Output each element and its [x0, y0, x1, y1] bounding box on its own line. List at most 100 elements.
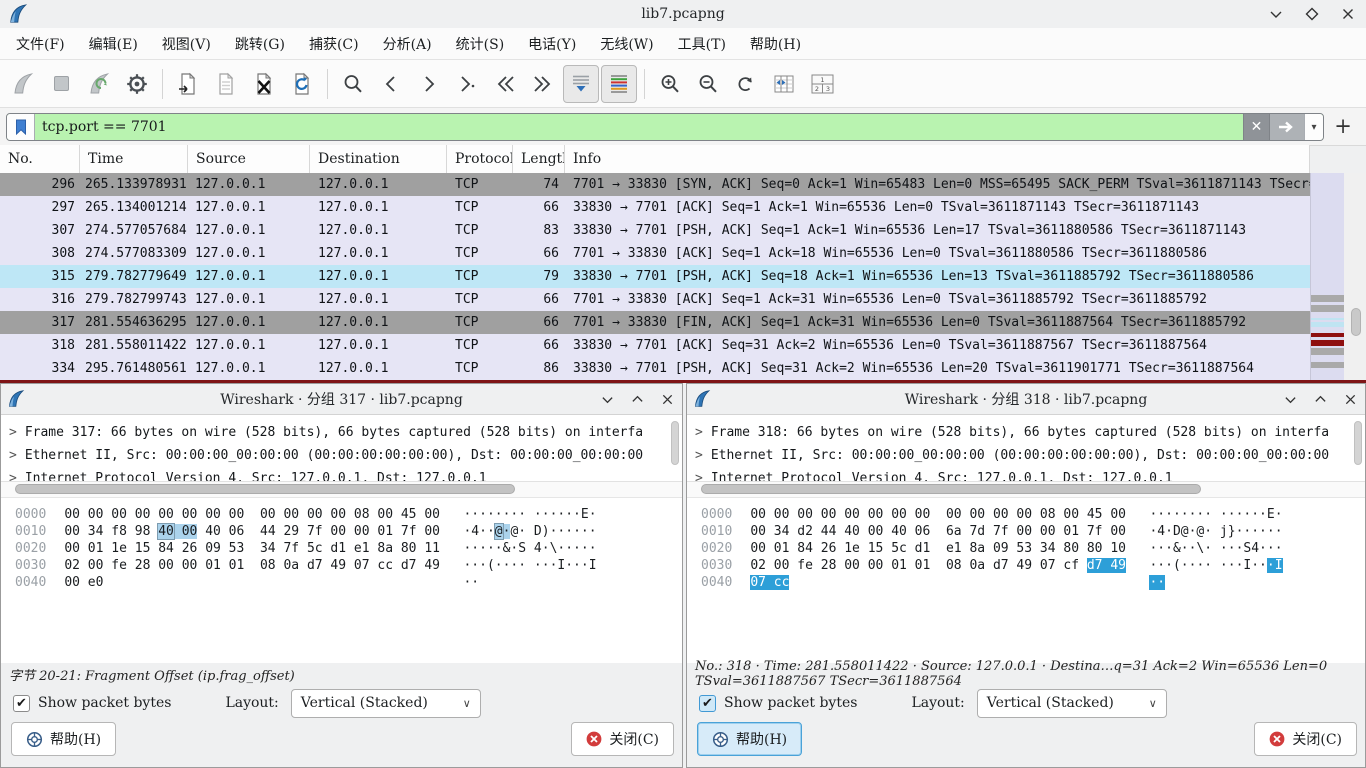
- first-packet-icon[interactable]: [487, 65, 523, 103]
- hex-row-0040[interactable]: 004000 e0 ··: [15, 574, 682, 591]
- hex-row-0040[interactable]: 004007 cc ··: [701, 574, 1365, 591]
- hex-row-0010[interactable]: 001000 34 d2 44 40 00 40 06 6a 7d 7f 00 …: [701, 523, 1365, 540]
- menu-item-1[interactable]: 编辑(E): [77, 30, 150, 58]
- menu-item-8[interactable]: 无线(W): [588, 30, 665, 58]
- column-header-no[interactable]: No.: [0, 145, 80, 173]
- hex-row-0000[interactable]: 000000 00 00 00 00 00 00 00 00 00 00 00 …: [701, 506, 1365, 523]
- next-packet-icon[interactable]: [411, 65, 447, 103]
- column-header-length[interactable]: Length: [513, 145, 565, 173]
- find-packet-icon[interactable]: [335, 65, 371, 103]
- menu-item-9[interactable]: 工具(T): [666, 30, 738, 58]
- capture-options-icon[interactable]: [119, 65, 155, 103]
- autoscroll-icon[interactable]: [563, 65, 599, 103]
- hex-row-0010[interactable]: 001000 34 f8 98 40 00 40 06 44 29 7f 00 …: [15, 523, 682, 540]
- expander-icon[interactable]: >: [9, 425, 17, 440]
- expander-icon[interactable]: >: [695, 425, 703, 440]
- packet-row-334[interactable]: 334295.761480561127.0.0.1127.0.0.1TCP863…: [0, 357, 1310, 380]
- expander-icon[interactable]: >: [695, 448, 703, 463]
- zoom-in-icon[interactable]: [652, 65, 688, 103]
- minimize-icon[interactable]: [600, 392, 614, 406]
- expander-icon[interactable]: >: [9, 471, 17, 482]
- filter-apply-icon[interactable]: [1269, 114, 1304, 140]
- close-icon[interactable]: [1343, 392, 1357, 406]
- tree-scrollbar-thumb[interactable]: [671, 421, 679, 465]
- packet-row-318[interactable]: 318281.558011422127.0.0.1127.0.0.1TCP663…: [0, 334, 1310, 357]
- packet-list-header[interactable]: No.TimeSourceDestinationProtocolLengthIn…: [0, 145, 1310, 174]
- hex-row-0000[interactable]: 000000 00 00 00 00 00 00 00 00 00 00 00 …: [15, 506, 682, 523]
- colorize-icon[interactable]: [601, 65, 637, 103]
- menu-item-7[interactable]: 电话(Y): [516, 30, 588, 58]
- help-button[interactable]: 帮助(H): [697, 722, 802, 756]
- hex-row-0020[interactable]: 002000 01 84 26 1e 15 5c d1 e1 8a 09 53 …: [701, 540, 1365, 557]
- prev-packet-icon[interactable]: [373, 65, 409, 103]
- open-file-icon[interactable]: [170, 65, 206, 103]
- menu-item-6[interactable]: 统计(S): [444, 30, 517, 58]
- save-file-icon[interactable]: [208, 65, 244, 103]
- close-icon[interactable]: [1340, 6, 1356, 22]
- filter-add-button[interactable]: +: [1330, 111, 1356, 141]
- resize-columns-icon[interactable]: [766, 65, 802, 103]
- show-packet-bytes-checkbox[interactable]: ✔: [13, 695, 30, 712]
- tree-scrollbar-thumb[interactable]: [1354, 421, 1362, 465]
- expander-icon[interactable]: >: [9, 448, 17, 463]
- goto-packet-icon[interactable]: [449, 65, 485, 103]
- packet-row-297[interactable]: 297265.134001214127.0.0.1127.0.0.1TCP663…: [0, 196, 1310, 219]
- tree-row-0[interactable]: >Frame 318: 66 bytes on wire (528 bits),…: [687, 421, 1365, 444]
- menu-item-5[interactable]: 分析(A): [371, 30, 444, 58]
- maximize-icon[interactable]: [1304, 6, 1320, 22]
- close-button[interactable]: 关闭(C): [1254, 722, 1357, 756]
- hex-row-0030[interactable]: 003002 00 fe 28 00 00 01 01 08 0a d7 49 …: [701, 557, 1365, 574]
- column-header-destination[interactable]: Destination: [310, 145, 447, 173]
- layout-select[interactable]: Vertical (Stacked)∨: [291, 689, 481, 718]
- restore-icon[interactable]: [1313, 392, 1327, 406]
- column-header-time[interactable]: Time: [80, 145, 188, 173]
- hex-row-0020[interactable]: 002000 01 1e 15 84 26 09 53 34 7f 5c d1 …: [15, 540, 682, 557]
- capture-start-icon[interactable]: [5, 65, 41, 103]
- menu-item-2[interactable]: 视图(V): [150, 30, 223, 58]
- menu-item-0[interactable]: 文件(F): [4, 30, 77, 58]
- last-packet-icon[interactable]: [525, 65, 561, 103]
- filter-clear-icon[interactable]: ✕: [1243, 114, 1269, 140]
- packet-row-317[interactable]: 317281.554636295127.0.0.1127.0.0.1TCP667…: [0, 311, 1310, 334]
- zoom-out-icon[interactable]: [690, 65, 726, 103]
- packet-row-316[interactable]: 316279.782799743127.0.0.1127.0.0.1TCP667…: [0, 288, 1310, 311]
- scrollbar-thumb[interactable]: [1351, 308, 1361, 336]
- packet-list-scrollbar[interactable]: [1344, 173, 1366, 380]
- hscrollbar-thumb[interactable]: [15, 484, 515, 494]
- help-button[interactable]: 帮助(H): [11, 722, 116, 756]
- display-filter-input[interactable]: tcp.port == 7701 ✕ ▾: [6, 113, 1324, 141]
- tree-row-2[interactable]: >Internet Protocol Version 4, Src: 127.0…: [687, 467, 1365, 482]
- layout-icon[interactable]: 123: [804, 65, 840, 103]
- filter-text[interactable]: tcp.port == 7701: [35, 114, 1243, 140]
- column-header-source[interactable]: Source: [188, 145, 310, 173]
- packet-row-307[interactable]: 307274.577057684127.0.0.1127.0.0.1TCP833…: [0, 219, 1310, 242]
- tree-row-0[interactable]: >Frame 317: 66 bytes on wire (528 bits),…: [1, 421, 682, 444]
- tree-row-1[interactable]: >Ethernet II, Src: 00:00:00_00:00:00 (00…: [687, 444, 1365, 467]
- minimize-icon[interactable]: [1268, 6, 1284, 22]
- capture-restart-icon[interactable]: [81, 65, 117, 103]
- hex-row-0030[interactable]: 003002 00 fe 28 00 00 01 01 08 0a d7 49 …: [15, 557, 682, 574]
- intelligent-scrollbar[interactable]: [1310, 173, 1344, 380]
- filter-dropdown-icon[interactable]: ▾: [1304, 114, 1323, 140]
- expander-icon[interactable]: >: [695, 471, 703, 482]
- packet-detail-tree[interactable]: >Frame 317: 66 bytes on wire (528 bits),…: [1, 415, 682, 482]
- hscrollbar-thumb[interactable]: [701, 484, 1201, 494]
- menu-item-3[interactable]: 跳转(G): [223, 30, 297, 58]
- reload-file-icon[interactable]: [284, 65, 320, 103]
- tree-row-2[interactable]: >Internet Protocol Version 4, Src: 127.0…: [1, 467, 682, 482]
- column-header-protocol[interactable]: Protocol: [447, 145, 513, 173]
- tree-row-1[interactable]: >Ethernet II, Src: 00:00:00_00:00:00 (00…: [1, 444, 682, 467]
- packet-row-296[interactable]: 296265.133978931127.0.0.1127.0.0.1TCP747…: [0, 173, 1310, 196]
- tree-hscrollbar[interactable]: [687, 482, 1365, 497]
- menu-item-10[interactable]: 帮助(H): [738, 30, 813, 58]
- filter-bookmark-icon[interactable]: [7, 114, 35, 140]
- menu-item-4[interactable]: 捕获(C): [297, 30, 371, 58]
- restore-icon[interactable]: [630, 392, 644, 406]
- tree-hscrollbar[interactable]: [1, 482, 682, 497]
- packet-detail-tree[interactable]: >Frame 318: 66 bytes on wire (528 bits),…: [687, 415, 1365, 482]
- close-icon[interactable]: [660, 392, 674, 406]
- close-button[interactable]: 关闭(C): [571, 722, 674, 756]
- column-header-info[interactable]: Info: [565, 145, 1310, 173]
- packet-row-308[interactable]: 308274.577083309127.0.0.1127.0.0.1TCP667…: [0, 242, 1310, 265]
- packet-bytes-pane[interactable]: 000000 00 00 00 00 00 00 00 00 00 00 00 …: [1, 497, 682, 663]
